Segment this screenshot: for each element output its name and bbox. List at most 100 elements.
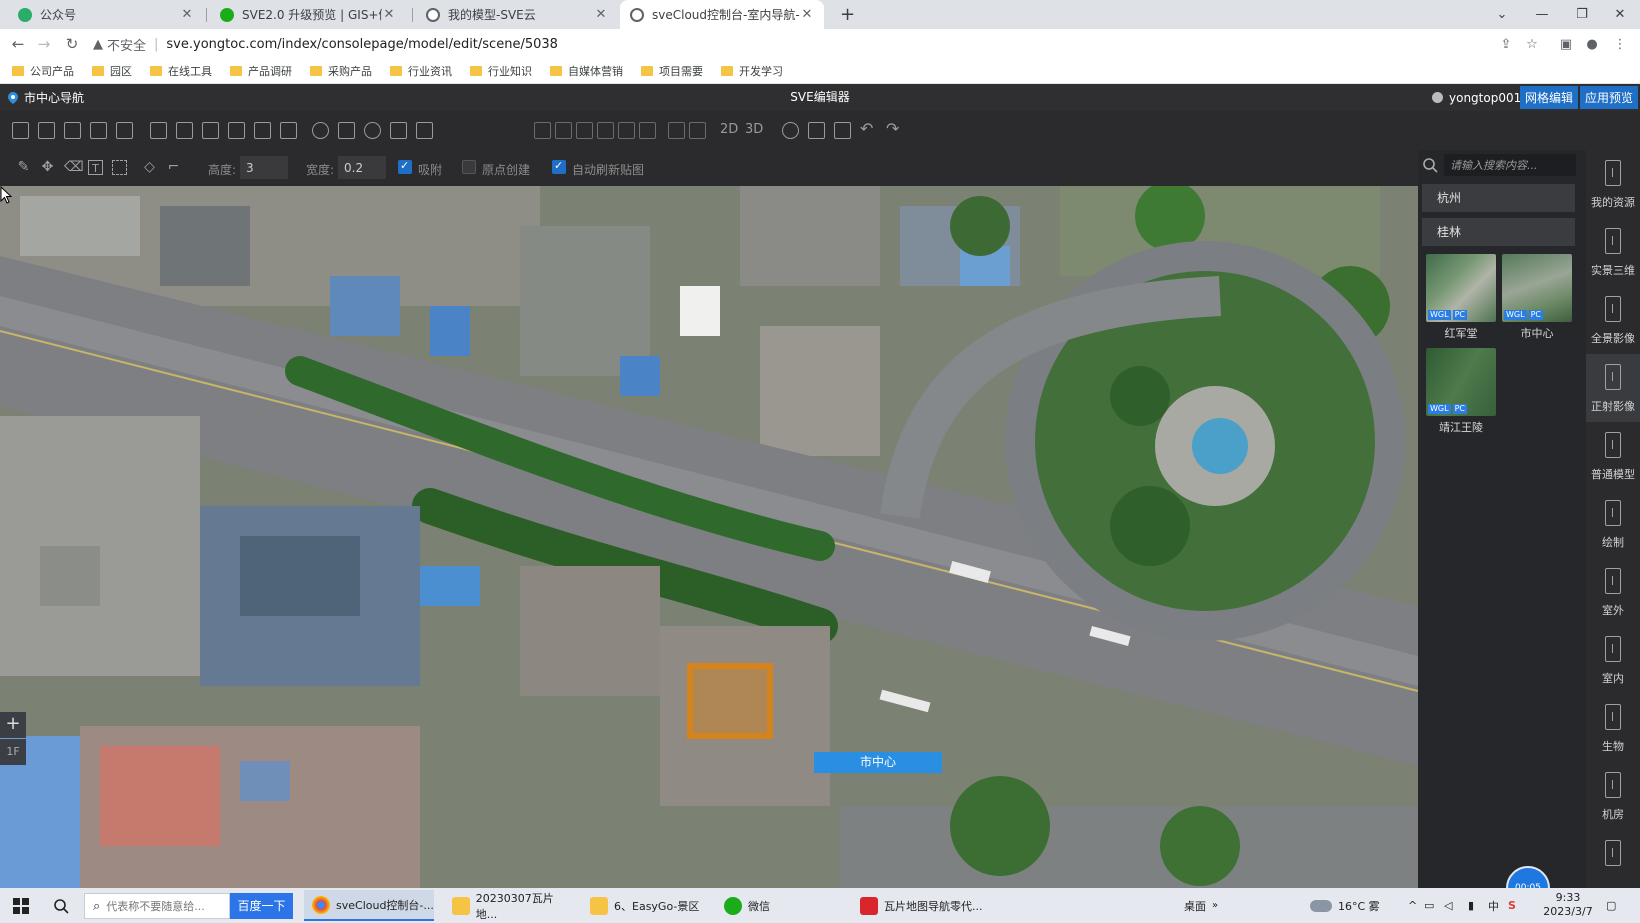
image-icon[interactable]: [338, 122, 355, 139]
close-tab-icon[interactable]: ✕: [594, 7, 608, 22]
paint-brush-icon[interactable]: ⌐: [166, 160, 181, 175]
tab-search-chevron-icon[interactable]: ⌄: [1482, 0, 1522, 29]
align-bottom-icon[interactable]: [555, 122, 572, 139]
bookmark-folder[interactable]: 自媒体营销: [550, 63, 623, 79]
align-top-icon[interactable]: [534, 122, 551, 139]
model-thumbnail[interactable]: WGL PC: [1426, 348, 1496, 416]
ime-indicator[interactable]: 中: [1488, 888, 1499, 923]
pen-icon[interactable]: ✎: [16, 160, 31, 175]
floor-selector[interactable]: 1F: [0, 739, 26, 765]
sogou-icon[interactable]: S: [1508, 888, 1516, 923]
taskbar-app-wechat[interactable]: 微信: [716, 890, 846, 921]
baidu-search-button[interactable]: 百度一下: [230, 893, 293, 919]
desktop-toolbar[interactable]: 桌面: [1184, 888, 1206, 923]
move-icon[interactable]: ✥: [40, 160, 55, 175]
model-thumbnail[interactable]: WGL PC: [1502, 254, 1572, 322]
view-3d-button[interactable]: 3D: [745, 122, 763, 137]
close-tab-icon[interactable]: ✕: [800, 7, 814, 22]
network-icon[interactable]: ▭: [1424, 888, 1434, 923]
new-tab-button[interactable]: +: [830, 0, 858, 29]
redo-icon[interactable]: ↷: [886, 119, 899, 138]
auto-refresh-checkbox[interactable]: [552, 159, 566, 174]
width-input[interactable]: [338, 156, 386, 179]
browser-tab-active[interactable]: sveCloud控制台-室内导航-市中心 ✕: [620, 0, 824, 29]
target-icon[interactable]: [364, 122, 381, 139]
close-tab-icon[interactable]: ✕: [382, 7, 396, 22]
taskbar-app-wps[interactable]: 瓦片地图导航零代...: [852, 890, 1002, 921]
reload-icon[interactable]: ↻: [60, 32, 84, 56]
profile-icon[interactable]: ●: [1580, 32, 1604, 56]
new-scene-icon[interactable]: [12, 122, 29, 139]
bookmark-folder[interactable]: 行业资讯: [390, 63, 452, 79]
close-tab-icon[interactable]: ✕: [180, 7, 194, 22]
zoom-in-button[interactable]: +: [0, 712, 26, 738]
bookmark-folder[interactable]: 采购产品: [310, 63, 372, 79]
open-folder-icon[interactable]: [64, 122, 81, 139]
city-item[interactable]: 桂林: [1422, 218, 1575, 246]
grid-icon[interactable]: [202, 122, 219, 139]
resource-search-input[interactable]: [1444, 154, 1576, 176]
apps-icon[interactable]: [416, 122, 433, 139]
eraser-icon[interactable]: ⌫: [64, 160, 84, 175]
search-icon[interactable]: [1422, 157, 1438, 173]
back-arrow-icon[interactable]: ←: [6, 32, 30, 56]
close-window-icon[interactable]: ✕: [1600, 0, 1640, 29]
sidebar-item-indoor[interactable]: 室内: [1586, 626, 1640, 694]
view-2d-button[interactable]: 2D: [720, 122, 738, 137]
stack-icon[interactable]: [639, 122, 656, 139]
align-center-icon[interactable]: [618, 122, 635, 139]
cube-icon[interactable]: [150, 122, 167, 139]
mesh-edit-button[interactable]: 网格编辑: [1520, 86, 1579, 109]
sidebar-item-server-room[interactable]: 机房: [1586, 762, 1640, 830]
align-left-icon[interactable]: [576, 122, 593, 139]
bookmark-star-icon[interactable]: ☆: [1520, 32, 1544, 56]
height-input[interactable]: [240, 156, 288, 179]
bookmark-folder[interactable]: 项目需要: [641, 63, 703, 79]
model-thumbnail[interactable]: WGL PC: [1426, 254, 1496, 322]
edit-list-icon[interactable]: [280, 122, 297, 139]
bookmark-folder[interactable]: 产品调研: [230, 63, 292, 79]
sidebar-item-panorama[interactable]: 全景影像: [1586, 286, 1640, 354]
notification-icon[interactable]: ▢: [1606, 888, 1616, 923]
save-icon[interactable]: [90, 122, 107, 139]
sidebar-item-my-resources[interactable]: 我的资源: [1586, 150, 1640, 218]
sidebar-item-orthophoto[interactable]: 正射影像: [1586, 354, 1640, 422]
fill-icon[interactable]: ◇: [142, 160, 157, 175]
system-clock[interactable]: 9:33 2023/3/7: [1538, 891, 1598, 919]
app-preview-button[interactable]: 应用预览: [1580, 86, 1639, 109]
layout-icon[interactable]: [228, 122, 245, 139]
sidebar-item-outdoor[interactable]: 室外: [1586, 558, 1640, 626]
browser-tab[interactable]: 公众号 ✕: [8, 0, 204, 29]
import-icon[interactable]: [834, 122, 851, 139]
origin-create-checkbox[interactable]: [462, 160, 476, 174]
select-tool-icon[interactable]: [112, 160, 127, 175]
bookmark-folder[interactable]: 开发学习: [721, 63, 783, 79]
distribute-v-icon[interactable]: [689, 122, 706, 139]
browser-tab[interactable]: 我的模型-SVE云 ✕: [416, 0, 618, 29]
taskbar-app-chrome[interactable]: sveCloud控制台-...: [304, 890, 434, 921]
poi-marker-label[interactable]: 市中心: [814, 752, 942, 773]
volume-icon[interactable]: ◁: [1444, 888, 1452, 923]
sidebar-item-reality-3d[interactable]: 实景三维: [1586, 218, 1640, 286]
history-icon[interactable]: [116, 122, 133, 139]
microphone-icon[interactable]: ▮: [1468, 888, 1474, 923]
browser-menu-icon[interactable]: ⋮: [1608, 32, 1632, 56]
forward-arrow-icon[interactable]: →: [32, 32, 56, 56]
share-icon[interactable]: ⇪: [1494, 32, 1518, 56]
light-icon[interactable]: [312, 122, 329, 139]
url-field[interactable]: ▲ 不安全 | sve.yongtoc.com/index/consolepag…: [93, 32, 1501, 56]
city-item[interactable]: 杭州: [1422, 184, 1575, 212]
sidebar-item-draw[interactable]: 绘制: [1586, 490, 1640, 558]
browser-tab[interactable]: SVE2.0 升级预览 | GIS+倾斜摄影 ✕: [210, 0, 406, 29]
distribute-h-icon[interactable]: [668, 122, 685, 139]
align-right-icon[interactable]: [597, 122, 614, 139]
model-icon[interactable]: [176, 122, 193, 139]
user-account[interactable]: yongtop001: [1432, 84, 1521, 111]
list-icon[interactable]: [254, 122, 271, 139]
weather-widget[interactable]: 16°C 雾: [1310, 888, 1380, 923]
minimize-icon[interactable]: —: [1522, 0, 1562, 29]
taskbar-app-folder[interactable]: 6、EasyGo-景区: [582, 890, 712, 921]
bookmark-folder[interactable]: 公司产品: [12, 63, 74, 79]
tray-chevron-icon[interactable]: ^: [1408, 888, 1417, 923]
bookmark-folder[interactable]: 园区: [92, 63, 132, 79]
